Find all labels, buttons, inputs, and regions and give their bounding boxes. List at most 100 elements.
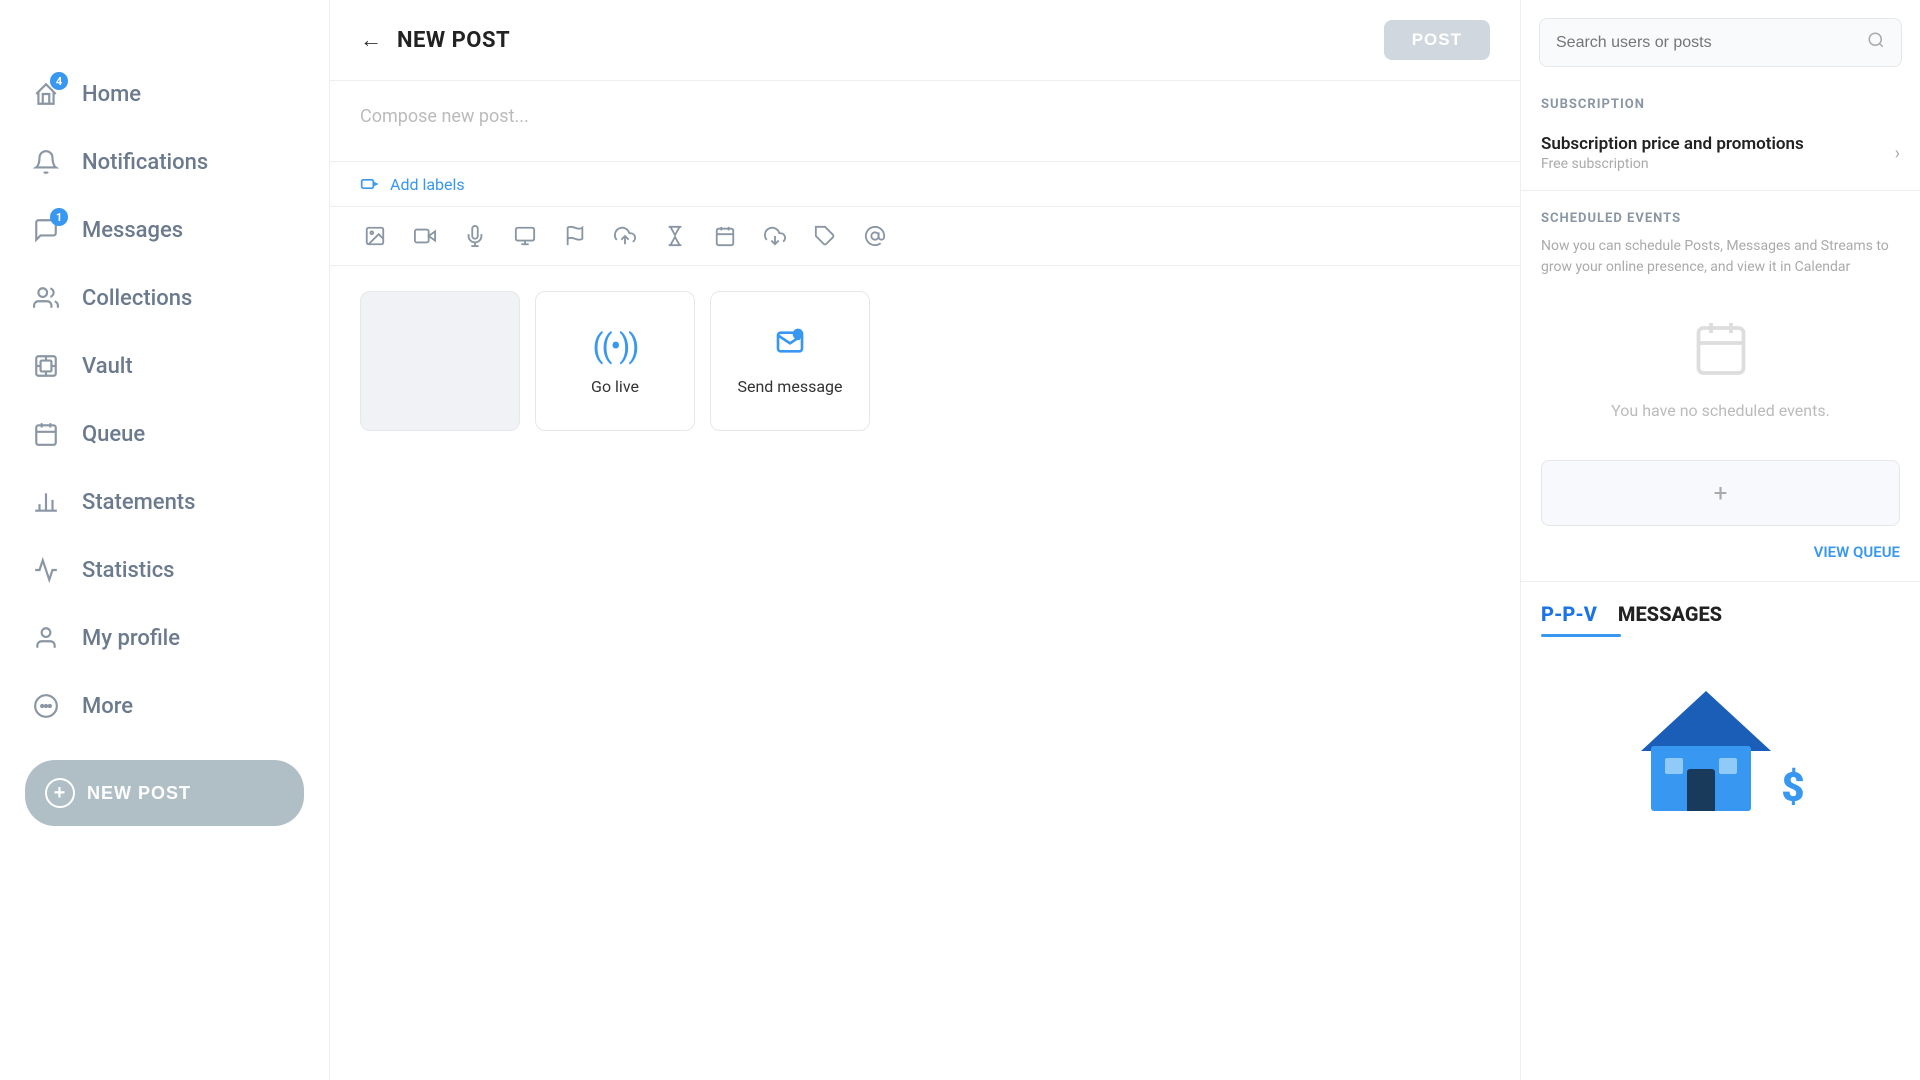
ppv-section: P-P-V MESSAGES $	[1521, 582, 1920, 831]
house-body	[1651, 746, 1751, 811]
compose-area[interactable]: Compose new post...	[330, 81, 1520, 161]
sidebar-item-my-profile[interactable]: My profile	[0, 604, 329, 672]
sidebar-item-more[interactable]: More	[0, 672, 329, 740]
sidebar-item-label-more: More	[82, 694, 133, 719]
new-post-header: ← NEW POST POST	[330, 0, 1520, 81]
plus-icon: +	[45, 778, 75, 808]
sidebar-nav: 4 Home Notifications 1 Messages	[0, 60, 329, 740]
scheduled-events-title: SCHEDULED EVENTS	[1541, 211, 1900, 226]
ppv-title-blue: P-P-V	[1541, 602, 1597, 626]
add-event-button[interactable]: +	[1541, 460, 1900, 526]
house-illustration	[1636, 681, 1766, 811]
hourglass-icon[interactable]	[660, 221, 690, 251]
vault-icon	[30, 350, 62, 382]
scheduled-events-desc: Now you can schedule Posts, Messages and…	[1541, 236, 1900, 278]
sidebar-item-label-home: Home	[82, 82, 141, 107]
svg-text:+: +	[795, 331, 800, 342]
statements-icon	[30, 486, 62, 518]
sidebar-item-home[interactable]: 4 Home	[0, 60, 329, 128]
messages-icon: 1	[30, 214, 62, 246]
toolbar-row	[330, 206, 1520, 266]
sidebar-item-collections[interactable]: Collections	[0, 264, 329, 332]
house-door	[1687, 769, 1715, 811]
flag-icon[interactable]	[560, 221, 590, 251]
messages-badge: 1	[50, 208, 68, 226]
home-icon: 4	[30, 78, 62, 110]
sidebar-item-label-notifications: Notifications	[82, 150, 208, 175]
my-profile-icon	[30, 622, 62, 654]
tag-icon[interactable]	[810, 221, 840, 251]
home-badge: 4	[50, 72, 68, 90]
sidebar-item-label-my-profile: My profile	[82, 626, 180, 651]
sidebar-item-messages[interactable]: 1 Messages	[0, 196, 329, 264]
send-message-label: Send message	[737, 377, 842, 396]
add-labels-row[interactable]: Add labels	[330, 161, 1520, 206]
label-icon	[360, 174, 380, 194]
new-post-button[interactable]: + NEW POST	[25, 760, 304, 826]
search-box[interactable]	[1539, 18, 1902, 67]
post-button[interactable]: POST	[1384, 20, 1490, 60]
header-left: ← NEW POST	[360, 27, 510, 53]
sidebar-item-queue[interactable]: Queue	[0, 400, 329, 468]
more-icon	[30, 690, 62, 722]
send-message-card[interactable]: + Send message	[710, 291, 870, 431]
subscription-section: SUBSCRIPTION Subscription price and prom…	[1521, 77, 1920, 191]
mic-icon[interactable]	[460, 221, 490, 251]
notifications-icon	[30, 146, 62, 178]
ppv-title-dark: MESSAGES	[1618, 602, 1722, 626]
image-icon[interactable]	[360, 221, 390, 251]
house-window-right	[1719, 758, 1737, 774]
calendar-large-icon	[1691, 318, 1751, 391]
go-live-card[interactable]: ((•)) Go live	[535, 291, 695, 431]
subscription-row-title: Subscription price and promotions	[1541, 134, 1804, 154]
search-icon	[1867, 31, 1885, 54]
no-events-text: You have no scheduled events.	[1611, 401, 1830, 420]
subscription-row-text: Subscription price and promotions Free s…	[1541, 134, 1804, 172]
new-post-panel: ← NEW POST POST Compose new post... Add …	[330, 0, 1520, 1080]
blank-media-card[interactable]	[360, 291, 520, 431]
sidebar-item-label-statistics: Statistics	[82, 558, 175, 583]
monitor-icon[interactable]	[510, 221, 540, 251]
sidebar-logo	[0, 20, 329, 60]
ppv-title: P-P-V MESSAGES	[1541, 602, 1900, 626]
upload-icon[interactable]	[610, 221, 640, 251]
collections-icon	[30, 282, 62, 314]
go-live-icon: ((•))	[593, 327, 638, 365]
house-window	[1665, 758, 1683, 774]
dollar-sign-icon: $	[1781, 764, 1804, 811]
send-message-icon: +	[774, 326, 806, 365]
sidebar-item-label-queue: Queue	[82, 422, 145, 447]
sidebar-item-statements[interactable]: Statements	[0, 468, 329, 536]
sidebar-item-statistics[interactable]: Statistics	[0, 536, 329, 604]
sidebar-item-vault[interactable]: Vault	[0, 332, 329, 400]
subscription-section-title: SUBSCRIPTION	[1541, 97, 1900, 112]
chevron-right-icon: ›	[1895, 143, 1900, 164]
add-labels-text: Add labels	[390, 175, 465, 194]
search-input[interactable]	[1556, 34, 1857, 52]
calendar-icon[interactable]	[710, 221, 740, 251]
mention-icon[interactable]	[860, 221, 890, 251]
queue-icon	[30, 418, 62, 450]
ppv-illustration: $	[1541, 651, 1900, 821]
house-roof	[1641, 691, 1771, 751]
sidebar-item-label-statements: Statements	[82, 490, 195, 515]
sidebar-item-label-vault: Vault	[82, 354, 133, 379]
download-icon[interactable]	[760, 221, 790, 251]
ppv-underline	[1541, 634, 1621, 637]
sidebar: 4 Home Notifications 1 Messages	[0, 0, 330, 1080]
sidebar-item-label-collections: Collections	[82, 286, 192, 311]
sidebar-item-notifications[interactable]: Notifications	[0, 128, 329, 196]
main-content: ← NEW POST POST Compose new post... Add …	[330, 0, 1520, 1080]
scheduled-events-section: SCHEDULED EVENTS Now you can schedule Po…	[1521, 191, 1920, 582]
add-event-icon: +	[1714, 479, 1728, 507]
back-button[interactable]: ←	[360, 27, 382, 53]
new-post-title: NEW POST	[397, 28, 510, 53]
subscription-row-subtitle: Free subscription	[1541, 156, 1804, 172]
subscription-row[interactable]: Subscription price and promotions Free s…	[1541, 126, 1900, 180]
new-post-button-label: NEW POST	[87, 783, 191, 804]
right-panel: SUBSCRIPTION Subscription price and prom…	[1520, 0, 1920, 1080]
statistics-icon	[30, 554, 62, 586]
calendar-placeholder: You have no scheduled events.	[1541, 298, 1900, 460]
view-queue-link[interactable]: VIEW QUEUE	[1541, 538, 1900, 571]
video-icon[interactable]	[410, 221, 440, 251]
